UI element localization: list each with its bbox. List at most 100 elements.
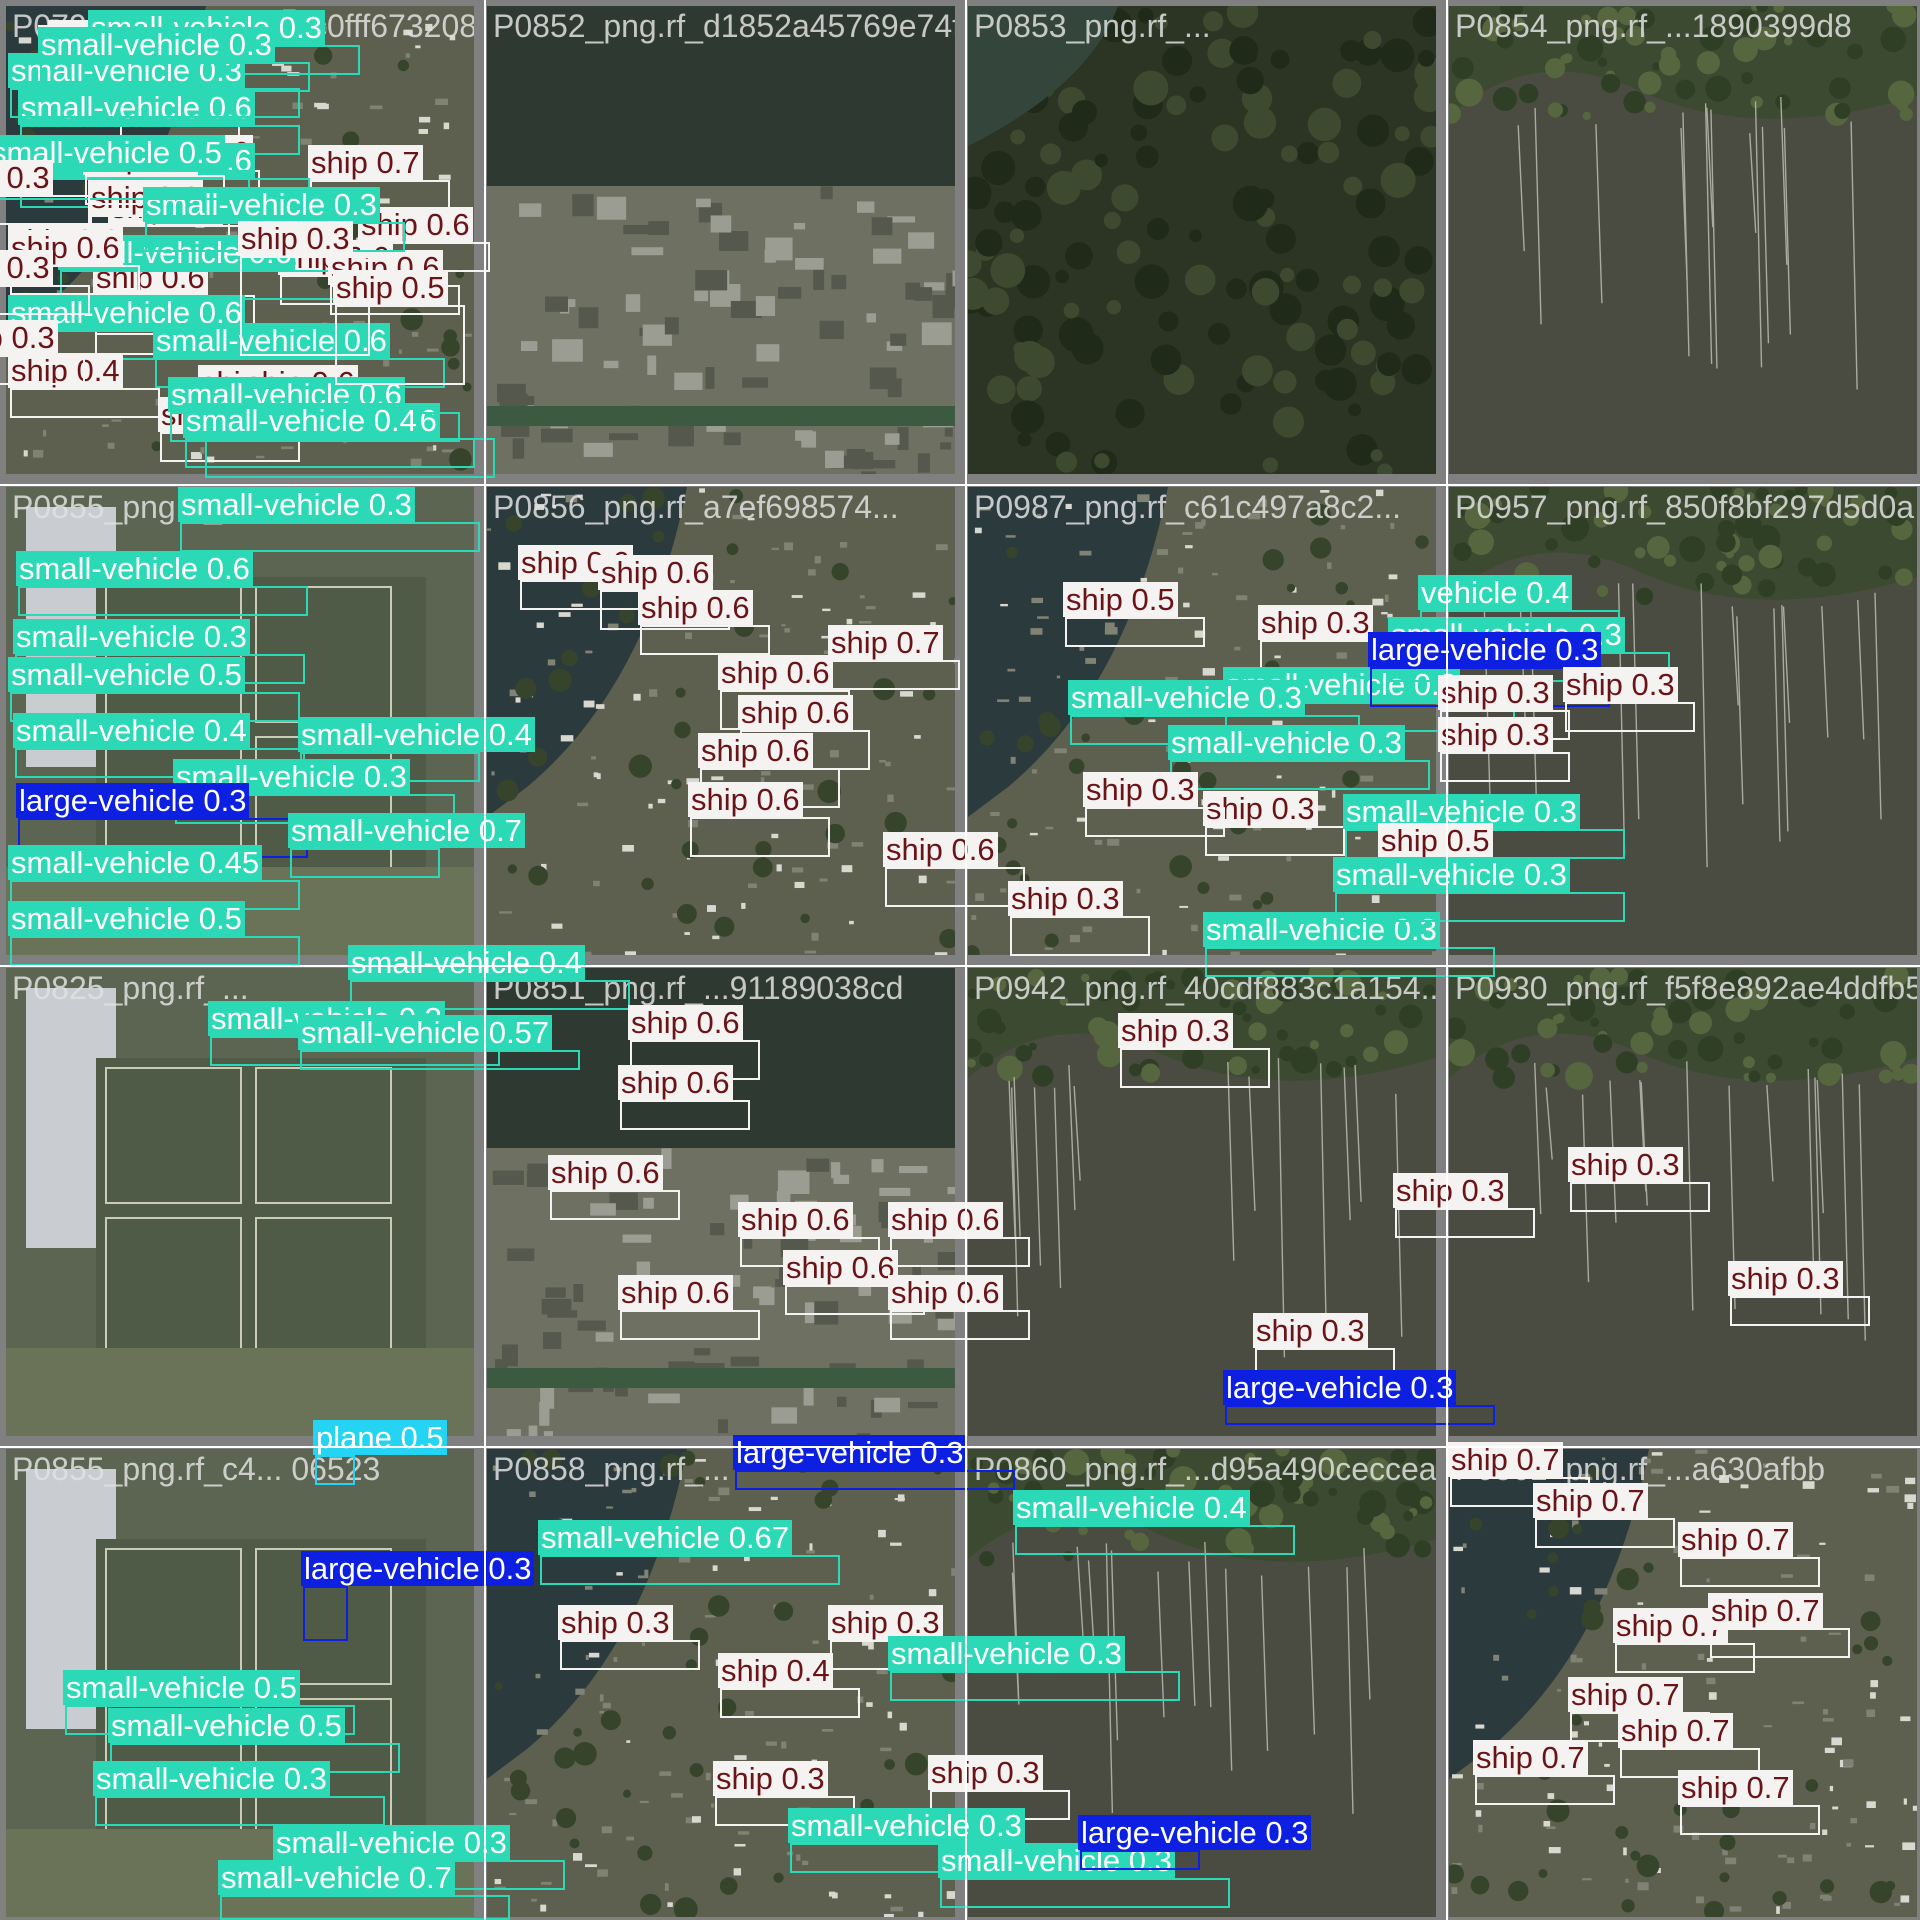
ship-detection: ship 0.7 — [1678, 1522, 1820, 1587]
detection-label: ship 0.6 — [888, 1202, 1003, 1237]
detection-label: small-vehicle 0.3 — [178, 487, 415, 522]
detection-label: small-vehicle 0.3 — [38, 27, 275, 62]
detection-label: small-vehicle 0.67 — [538, 1520, 793, 1555]
detection-label: ship 0.3 — [1258, 605, 1373, 640]
bounding-box — [690, 817, 830, 857]
large-vehicle-detection: large-vehicle 0.3 — [1223, 1370, 1495, 1425]
large-vehicle-detection: large-vehicle 0.3 — [1078, 1815, 1312, 1870]
bounding-box — [1730, 1296, 1870, 1326]
small-vehicle-detection: small-vehicle 0.3 — [1333, 857, 1625, 922]
bounding-box — [315, 1455, 355, 1485]
ship-detection: ship 0.6 — [618, 1065, 750, 1130]
bounding-box — [40, 62, 310, 92]
detection-label: ship 0.7 — [1708, 1593, 1823, 1628]
bounding-box — [620, 1100, 750, 1130]
tile-filename: P0930_png.rf_f5f8e892ae4ddfb5... — [1455, 970, 1917, 1006]
detection-label: ship 0.6 — [738, 695, 853, 730]
grid-line-horizontal — [0, 1446, 1920, 1448]
bounding-box — [290, 848, 440, 878]
plane-detection: plane 0.5 — [313, 1420, 447, 1485]
mosaic-tile: P0861_png.rf_...a630afbb — [1449, 1449, 1917, 1917]
detection-label: small-vehicle 0.3 — [1068, 680, 1305, 715]
ship-detection: ship 0.7 — [1473, 1740, 1615, 1805]
detection-label: ship 0.7 — [1533, 1483, 1648, 1518]
tile-filename: P0856_png.rf_a7ef698574... — [493, 489, 899, 525]
bounding-box — [0, 195, 90, 225]
bounding-box — [300, 1050, 580, 1070]
detection-label: ship 0.3 — [1728, 1261, 1843, 1296]
detection-label: ship 0.3 — [1083, 772, 1198, 807]
mosaic-tile: P0852_png.rf_d1852a45769e74f09... — [487, 6, 955, 474]
detection-label: ship 0.5 — [1378, 823, 1493, 858]
detection-label: large-vehicle 0.3 — [1223, 1370, 1457, 1405]
bounding-box — [1080, 1850, 1200, 1870]
detection-label: ship 0.6 — [698, 733, 813, 768]
detection-label: ship 0.3 — [1568, 1147, 1683, 1182]
bounding-box — [940, 1878, 1230, 1908]
tile-filename: P0854_png.rf_...1890399d8 — [1455, 8, 1852, 44]
bounding-box — [0, 355, 85, 385]
ship-detection: ship 0.5 — [1063, 582, 1205, 647]
bounding-box — [220, 1895, 510, 1920]
detection-label: ship 0.6 — [688, 782, 803, 817]
detection-label: ship 0.3 — [0, 250, 53, 285]
detection-label: small-vehicle 0.7 — [288, 813, 525, 848]
bounding-box — [1535, 1518, 1675, 1548]
detection-label: ship 0.4 — [718, 1653, 833, 1688]
grid-line-vertical — [965, 0, 967, 1920]
bounding-box — [1565, 702, 1695, 732]
detection-label: small-vehicle 0.4 — [298, 717, 535, 752]
small-vehicle-detection: small-vehicle 0.4 — [1013, 1490, 1295, 1555]
bounding-box — [1170, 760, 1430, 790]
detection-label: small-vehicle 0.3 — [788, 1808, 1025, 1843]
bounding-box — [18, 586, 308, 616]
detection-label: ship 0.3 — [1563, 667, 1678, 702]
detection-label: ship 0.6 — [638, 590, 753, 625]
ship-detection: ship 0.3 — [0, 160, 90, 225]
bounding-box — [640, 625, 770, 655]
large-vehicle-detection: large-vehicle 0.3 — [733, 1435, 1015, 1490]
grid-line-vertical — [1446, 0, 1448, 1920]
bounding-box — [830, 660, 960, 690]
bounding-box — [1205, 947, 1495, 977]
ship-detection: ship 0.3 — [1393, 1173, 1535, 1238]
detection-label: plane 0.5 — [313, 1420, 447, 1455]
detection-label: ship 0.3 — [0, 160, 53, 195]
detection-label: ship 0.3 — [1393, 1173, 1508, 1208]
detection-label: large-vehicle 0.3 — [1368, 632, 1602, 667]
small-vehicle-detection: small-vehicle 0.5 — [8, 901, 300, 966]
ship-detection: ship 0.3 — [0, 250, 90, 315]
detection-label: ship 0.6 — [598, 555, 713, 590]
bounding-box — [1010, 916, 1150, 956]
aerial-image — [1449, 1449, 1917, 1917]
detection-label: ship 0.7 — [828, 625, 943, 660]
detection-label: ship 0.6 — [783, 1250, 898, 1285]
small-vehicle-detection: small-vehicle 0.3 — [888, 1636, 1180, 1701]
bounding-box — [335, 305, 465, 385]
bounding-box — [1335, 892, 1625, 922]
detection-label: small-vehicle 0.4 — [348, 945, 585, 980]
detection-label: large-vehicle 0.3 — [301, 1551, 535, 1586]
detection-label: small-vehicle 0.3 — [1333, 857, 1570, 892]
ship-detection: ship 0.7 — [1678, 1770, 1820, 1835]
small-vehicle-detection: small-vehicle 0.3 — [938, 1843, 1230, 1908]
bounding-box — [890, 1310, 1030, 1340]
bounding-box — [180, 522, 480, 552]
tile-filename: P0957_png.rf_850f8bf297d5d0a... — [1455, 489, 1917, 525]
bounding-box — [890, 1237, 1030, 1267]
ship-detection: ship 0.6 — [888, 1275, 1030, 1340]
detection-label: ship 0.6 — [718, 655, 833, 690]
detection-label: ship 0.7 — [308, 145, 423, 180]
bounding-box — [0, 285, 90, 315]
bounding-box — [885, 867, 1025, 907]
aerial-image — [968, 6, 1436, 474]
detection-label: small-vehicle 0.5 — [8, 657, 245, 692]
ship-detection: ship 0.6 — [618, 1275, 760, 1340]
bounding-box — [720, 1688, 860, 1718]
detection-label: ship 0.6 — [618, 1065, 733, 1100]
small-vehicle-detection: small-vehicle 0.7 — [218, 1860, 510, 1920]
aerial-image — [1449, 6, 1917, 474]
detection-label: small-vehicle 0.3 — [13, 619, 250, 654]
detection-label: ship 0.3 — [558, 1605, 673, 1640]
mosaic-tile: P0853_png.rf_... — [968, 6, 1436, 474]
